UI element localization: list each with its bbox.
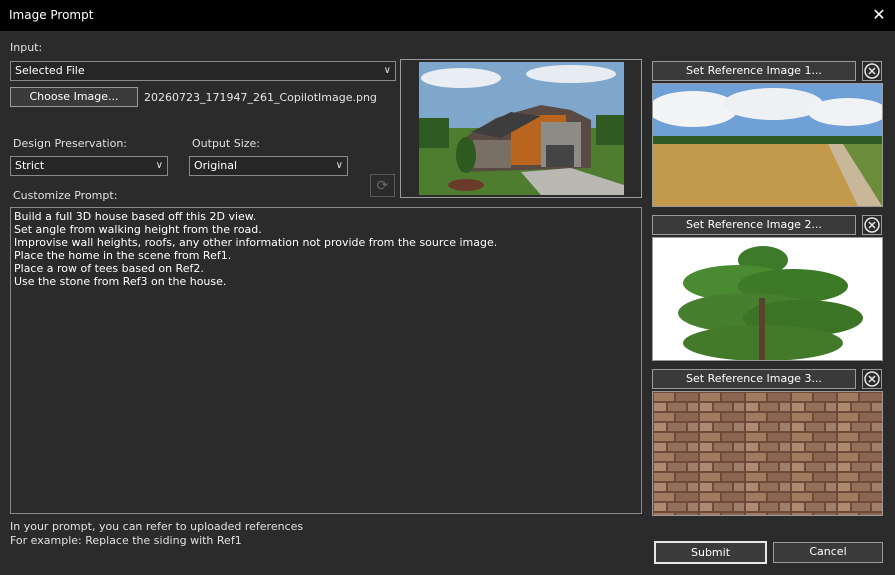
reference-image-1 <box>652 83 883 207</box>
circle-x-icon <box>864 63 880 79</box>
set-reference-image-3-button[interactable]: Set Reference Image 3... <box>652 369 856 389</box>
house-image <box>419 62 624 195</box>
input-select[interactable]: Selected File ∨ <box>10 61 396 81</box>
input-label: Input: <box>10 41 43 54</box>
chevron-down-icon: ∨ <box>383 65 391 76</box>
input-select-value: Selected File <box>15 64 85 77</box>
window-title: Image Prompt <box>9 8 94 22</box>
prompt-textarea[interactable]: Build a full 3D house based off this 2D … <box>10 207 642 514</box>
title-bar <box>0 0 895 31</box>
cancel-button[interactable]: Cancel <box>773 542 883 563</box>
circle-x-icon <box>864 371 880 387</box>
choose-image-button[interactable]: Choose Image... <box>10 87 138 107</box>
chevron-down-icon: ∨ <box>335 160 343 171</box>
hint-line-2: For example: Replace the siding with Ref… <box>10 534 242 547</box>
design-preservation-select[interactable]: Strict ∨ <box>10 156 168 176</box>
reference-image-3 <box>652 391 883 516</box>
reference-image-2 <box>652 237 883 361</box>
customize-prompt-label: Customize Prompt: <box>13 189 118 202</box>
pine-tree-image <box>653 238 882 360</box>
wheat-field-image <box>653 84 882 206</box>
remove-reference-1-button[interactable] <box>862 61 882 81</box>
output-size-label: Output Size: <box>192 137 260 150</box>
file-name: 20260723_171947_261_CopilotImage.png <box>144 91 377 104</box>
close-icon[interactable]: ✕ <box>868 5 890 25</box>
refresh-icon[interactable]: ⟳ <box>370 174 395 197</box>
design-preservation-label: Design Preservation: <box>13 137 128 150</box>
remove-reference-3-button[interactable] <box>862 369 882 389</box>
set-reference-image-1-button[interactable]: Set Reference Image 1... <box>652 61 856 81</box>
set-reference-image-2-button[interactable]: Set Reference Image 2... <box>652 215 856 235</box>
chevron-down-icon: ∨ <box>155 160 163 171</box>
design-preservation-value: Strict <box>15 159 45 172</box>
circle-x-icon <box>864 217 880 233</box>
stone-wall-image <box>653 392 882 515</box>
hint-line-1: In your prompt, you can refer to uploade… <box>10 520 304 533</box>
submit-button[interactable]: Submit <box>654 541 767 564</box>
remove-reference-2-button[interactable] <box>862 215 882 235</box>
source-image-preview <box>400 59 642 198</box>
output-size-value: Original <box>194 159 238 172</box>
output-size-select[interactable]: Original ∨ <box>189 156 348 176</box>
